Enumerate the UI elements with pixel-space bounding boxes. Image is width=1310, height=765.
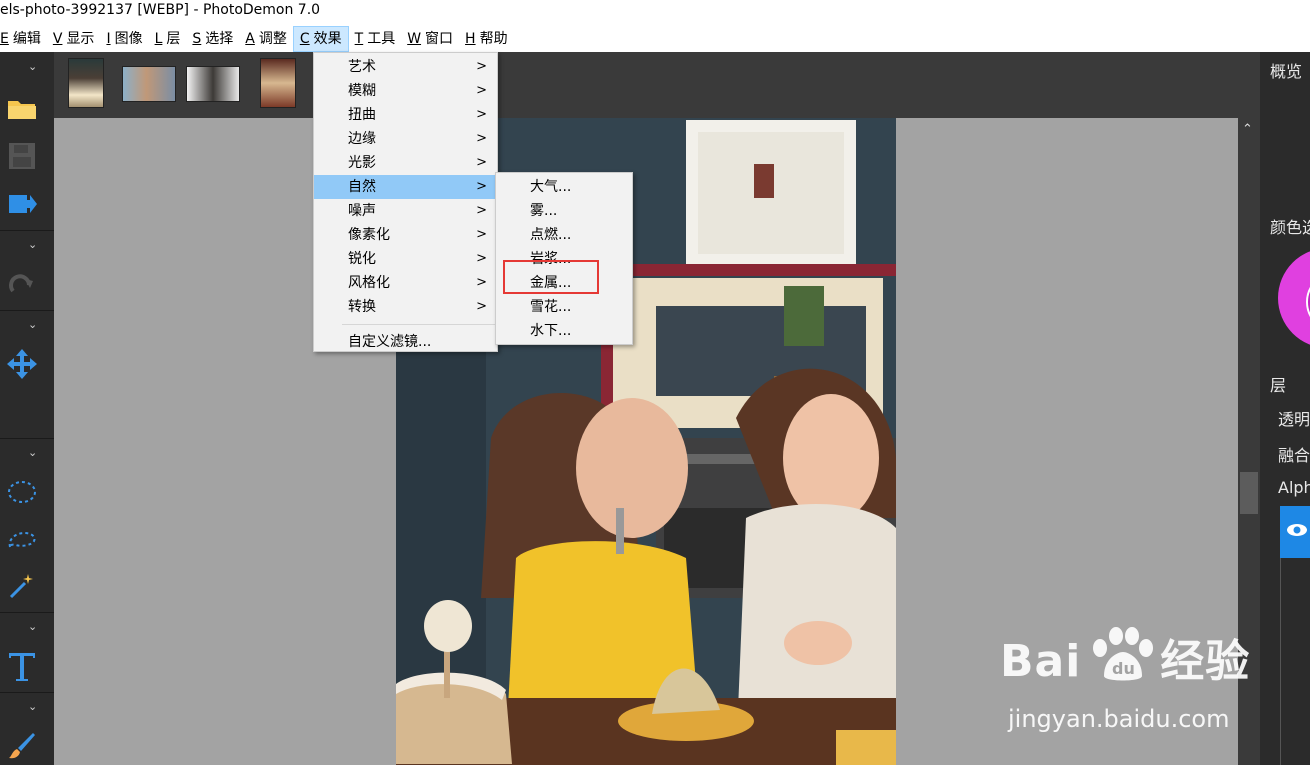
- save-icon[interactable]: [4, 138, 40, 174]
- menu-item-light-shadow[interactable]: 光影 >: [314, 151, 497, 175]
- text-tool-icon[interactable]: [4, 648, 40, 684]
- menu-effects[interactable]: C 效果: [292, 26, 349, 52]
- left-toolbar: ⌄ ⌄ ⌄ ⌄ ⌄ ⌄: [0, 52, 54, 765]
- menu-item-underwater[interactable]: 水下...: [496, 319, 632, 343]
- image-thumbnail[interactable]: [122, 66, 176, 102]
- ellipse-select-icon[interactable]: [4, 474, 40, 510]
- paw-logo-icon: du: [1092, 627, 1153, 681]
- highlight-annotation-box: [503, 260, 599, 294]
- menu-view[interactable]: V 显示: [47, 26, 101, 52]
- visibility-eye-icon[interactable]: [1286, 522, 1308, 538]
- menu-item-distort[interactable]: 扭曲 >: [314, 103, 497, 127]
- image-thumbnail[interactable]: [68, 58, 104, 108]
- chevron-right-icon: >: [476, 59, 487, 74]
- menu-adjust[interactable]: A 调整: [239, 26, 293, 52]
- menu-image[interactable]: I 图像: [100, 26, 148, 52]
- menu-item-pixelate[interactable]: 像素化 >: [314, 223, 497, 247]
- menu-item-sharpen[interactable]: 锐化 >: [314, 247, 497, 271]
- menu-item-atmosphere[interactable]: 大气...: [496, 175, 632, 199]
- color-wheel-center[interactable]: [1306, 272, 1310, 332]
- menu-item-transform[interactable]: 转换 >: [314, 295, 497, 319]
- chevron-right-icon: >: [476, 203, 487, 218]
- effects-menu: 艺术 > 模糊 > 扭曲 > 边缘 > 光影 > 自然 > 噪声 > 像素化 > 锐化 > 风格化…: [313, 52, 498, 352]
- image-thumbnail[interactable]: [186, 66, 240, 102]
- menu-window[interactable]: W 窗口: [401, 26, 459, 52]
- watermark-brand-cn: 经验: [1160, 636, 1251, 687]
- image-thumbnail[interactable]: [260, 58, 296, 108]
- color-wheel[interactable]: [1278, 248, 1310, 348]
- menu-edit[interactable]: E 编辑: [0, 26, 47, 52]
- redo-icon[interactable]: [4, 266, 40, 302]
- layers-panel-title[interactable]: 层: [1270, 372, 1286, 396]
- menu-layer[interactable]: L层: [149, 26, 187, 52]
- collapse-chevron-icon[interactable]: ⌄: [28, 238, 44, 251]
- watermark-url: jingyan.baidu.com: [1008, 705, 1230, 733]
- menu-item-blur[interactable]: 模糊 >: [314, 79, 497, 103]
- right-panel: 概览 颜色选 层 透明 融合 Alph: [1260, 52, 1310, 765]
- alpha-mode-label: Alph: [1278, 478, 1310, 497]
- export-icon[interactable]: [4, 186, 40, 222]
- collapse-chevron-icon[interactable]: ⌄: [28, 700, 44, 713]
- menu-bar: E 编辑 V 显示 I 图像 L层 S 选择 A 调整 C 效果 T 工具 W 窗口 H 帮助: [0, 26, 1310, 52]
- menu-item-stylize[interactable]: 风格化 >: [314, 271, 497, 295]
- chevron-right-icon: >: [476, 131, 487, 146]
- svg-text:du: du: [1112, 659, 1135, 678]
- menu-select[interactable]: S 选择: [186, 26, 239, 52]
- lasso-select-icon[interactable]: [4, 522, 40, 558]
- watermark-brand: Bai: [1000, 636, 1082, 687]
- chevron-right-icon: >: [476, 179, 487, 194]
- collapse-chevron-icon[interactable]: ⌄: [28, 620, 44, 633]
- paintbrush-icon[interactable]: [4, 728, 40, 764]
- chevron-right-icon: >: [476, 227, 487, 242]
- menu-item-ignite[interactable]: 点燃...: [496, 223, 632, 247]
- nature-submenu: 大气... 雾... 点燃... 岩浆... 金属... 雪花... 水下...: [495, 172, 633, 345]
- menu-item-nature[interactable]: 自然 >: [314, 175, 497, 199]
- image-tabs-strip: [54, 52, 1260, 118]
- chevron-right-icon: >: [476, 275, 487, 290]
- window-title: els-photo-3992137 [WEBP] - PhotoDemon 7.…: [0, 0, 1310, 26]
- layer-row[interactable]: [1280, 506, 1310, 558]
- menu-item-fog[interactable]: 雾...: [496, 199, 632, 223]
- chevron-right-icon: >: [476, 83, 487, 98]
- overview-panel-title[interactable]: 概览: [1270, 58, 1302, 82]
- menu-item-noise[interactable]: 噪声 >: [314, 199, 497, 223]
- collapse-chevron-icon[interactable]: ⌄: [28, 318, 44, 331]
- scrollbar-thumb[interactable]: [1240, 472, 1258, 514]
- menu-item-snow[interactable]: 雪花...: [496, 295, 632, 319]
- collapse-chevron-icon[interactable]: ⌄: [28, 446, 44, 459]
- chevron-right-icon: >: [476, 155, 487, 170]
- menu-item-edges[interactable]: 边缘 >: [314, 127, 497, 151]
- collapse-chevron-icon[interactable]: ⌄: [28, 60, 44, 73]
- move-tool-icon[interactable]: [4, 346, 40, 382]
- opacity-label: 透明: [1278, 410, 1310, 429]
- chevron-right-icon: >: [476, 107, 487, 122]
- chevron-right-icon: >: [476, 251, 487, 266]
- color-panel-title[interactable]: 颜色选: [1270, 214, 1310, 238]
- menu-tools[interactable]: T 工具: [349, 26, 402, 52]
- menu-separator: [342, 324, 495, 325]
- scroll-up-icon[interactable]: ⌃: [1242, 122, 1253, 137]
- blend-mode-label: 融合: [1278, 446, 1310, 465]
- chevron-right-icon: >: [476, 299, 487, 314]
- menu-help[interactable]: H 帮助: [459, 26, 514, 52]
- magic-wand-icon[interactable]: [4, 568, 40, 604]
- baidu-watermark: Bai du 经验 jingyan.baidu.com: [1000, 625, 1251, 733]
- menu-item-artistic[interactable]: 艺术 >: [314, 55, 497, 79]
- menu-item-custom-filter[interactable]: 自定义滤镜...: [314, 330, 497, 354]
- open-folder-icon[interactable]: [4, 90, 40, 126]
